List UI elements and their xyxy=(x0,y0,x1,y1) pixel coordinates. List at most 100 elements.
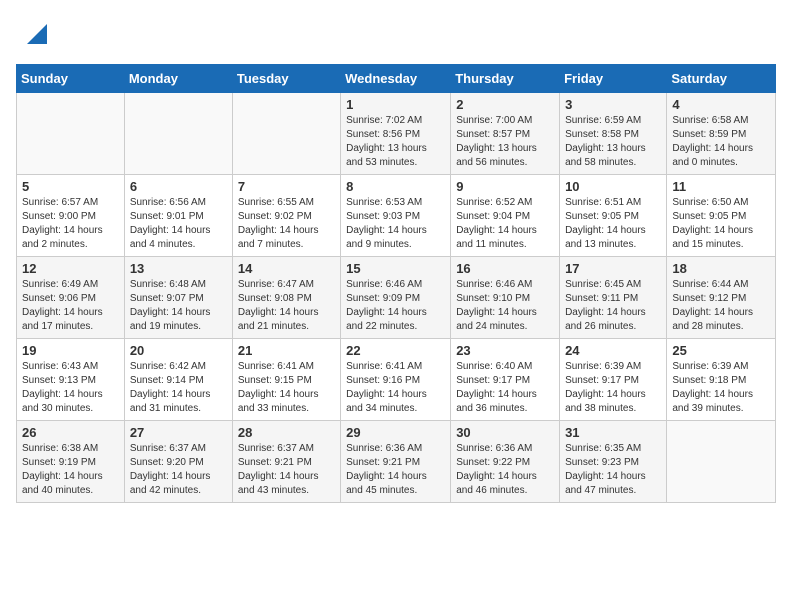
calendar-day-11: 11Sunrise: 6:50 AMSunset: 9:05 PMDayligh… xyxy=(667,175,776,257)
day-info: Sunrise: 6:38 AMSunset: 9:19 PMDaylight:… xyxy=(22,442,119,498)
weekday-header-friday: Friday xyxy=(560,65,667,93)
day-number: 7 xyxy=(238,179,335,194)
day-info: Sunrise: 6:44 AMSunset: 9:12 PMDaylight:… xyxy=(672,278,770,334)
calendar-day-7: 7 Sunrise: 6:55 AMSunset: 9:02 PMDaylight… xyxy=(232,175,340,257)
weekday-header-monday: Monday xyxy=(124,65,232,93)
calendar-day-30: 30 Sunrise: 6:36 AMSunset: 9:22 PMDayligh… xyxy=(451,421,560,503)
calendar-day-23: 23 Sunrise: 6:40 AMSunset: 9:17 PMDayligh… xyxy=(451,339,560,421)
day-info: Sunrise: 6:39 AMSunset: 9:18 PMDaylight:… xyxy=(672,360,770,416)
day-number: 28 xyxy=(238,425,335,440)
calendar-week-row: 19 Sunrise: 6:43 AMSunset: 9:13 PMDayligh… xyxy=(17,339,776,421)
calendar-week-row: 5 Sunrise: 6:57 AMSunset: 9:00 PMDaylight… xyxy=(17,175,776,257)
page-header xyxy=(16,16,776,52)
calendar-day-1: 1 Sunrise: 7:02 AMSunset: 8:56 PMDaylight… xyxy=(341,93,451,175)
day-number: 25 xyxy=(672,343,770,358)
day-number: 4 xyxy=(672,97,770,112)
weekday-header-thursday: Thursday xyxy=(451,65,560,93)
day-number: 10 xyxy=(565,179,661,194)
calendar-day-3: 3 Sunrise: 6:59 AMSunset: 8:58 PMDaylight… xyxy=(560,93,667,175)
day-number: 27 xyxy=(130,425,227,440)
day-info: Sunrise: 6:36 AMSunset: 9:22 PMDaylight:… xyxy=(456,442,554,498)
calendar-day-6: 6 Sunrise: 6:56 AMSunset: 9:01 PMDaylight… xyxy=(124,175,232,257)
day-info: Sunrise: 6:36 AMSunset: 9:21 PMDaylight:… xyxy=(346,442,445,498)
day-number: 8 xyxy=(346,179,445,194)
calendar-day-18: 18Sunrise: 6:44 AMSunset: 9:12 PMDayligh… xyxy=(667,257,776,339)
day-info: Sunrise: 6:40 AMSunset: 9:17 PMDaylight:… xyxy=(456,360,554,416)
day-info: Sunrise: 7:00 AMSunset: 8:57 PMDaylight:… xyxy=(456,114,554,170)
day-info: Sunrise: 6:52 AMSunset: 9:04 PMDaylight:… xyxy=(456,196,554,252)
calendar-empty-cell xyxy=(17,93,125,175)
day-info: Sunrise: 6:57 AMSunset: 9:00 PMDaylight:… xyxy=(22,196,119,252)
day-number: 16 xyxy=(456,261,554,276)
day-number: 2 xyxy=(456,97,554,112)
weekday-header-saturday: Saturday xyxy=(667,65,776,93)
day-info: Sunrise: 6:56 AMSunset: 9:01 PMDaylight:… xyxy=(130,196,227,252)
calendar-day-10: 10 Sunrise: 6:51 AMSunset: 9:05 PMDayligh… xyxy=(560,175,667,257)
day-info: Sunrise: 6:53 AMSunset: 9:03 PMDaylight:… xyxy=(346,196,445,252)
day-info: Sunrise: 7:02 AMSunset: 8:56 PMDaylight:… xyxy=(346,114,445,170)
day-info: Sunrise: 6:45 AMSunset: 9:11 PMDaylight:… xyxy=(565,278,661,334)
calendar-day-5: 5 Sunrise: 6:57 AMSunset: 9:00 PMDaylight… xyxy=(17,175,125,257)
calendar-day-20: 20 Sunrise: 6:42 AMSunset: 9:14 PMDayligh… xyxy=(124,339,232,421)
day-info: Sunrise: 6:37 AMSunset: 9:20 PMDaylight:… xyxy=(130,442,227,498)
calendar-empty-cell xyxy=(232,93,340,175)
weekday-header-wednesday: Wednesday xyxy=(341,65,451,93)
day-info: Sunrise: 6:39 AMSunset: 9:17 PMDaylight:… xyxy=(565,360,661,416)
calendar-day-4: 4 Sunrise: 6:58 AMSunset: 8:59 PMDaylight… xyxy=(667,93,776,175)
calendar-day-16: 16 Sunrise: 6:46 AMSunset: 9:10 PMDayligh… xyxy=(451,257,560,339)
day-info: Sunrise: 6:55 AMSunset: 9:02 PMDaylight:… xyxy=(238,196,335,252)
day-info: Sunrise: 6:35 AMSunset: 9:23 PMDaylight:… xyxy=(565,442,661,498)
calendar-day-13: 13 Sunrise: 6:48 AMSunset: 9:07 PMDayligh… xyxy=(124,257,232,339)
day-number: 30 xyxy=(456,425,554,440)
logo-icon xyxy=(19,16,51,48)
day-number: 29 xyxy=(346,425,445,440)
day-number: 20 xyxy=(130,343,227,358)
logo xyxy=(16,16,51,52)
day-info: Sunrise: 6:41 AMSunset: 9:16 PMDaylight:… xyxy=(346,360,445,416)
calendar-day-8: 8 Sunrise: 6:53 AMSunset: 9:03 PMDaylight… xyxy=(341,175,451,257)
day-number: 21 xyxy=(238,343,335,358)
calendar-day-22: 22 Sunrise: 6:41 AMSunset: 9:16 PMDayligh… xyxy=(341,339,451,421)
day-info: Sunrise: 6:46 AMSunset: 9:10 PMDaylight:… xyxy=(456,278,554,334)
calendar-day-17: 17Sunrise: 6:45 AMSunset: 9:11 PMDayligh… xyxy=(560,257,667,339)
calendar-day-26: 26 Sunrise: 6:38 AMSunset: 9:19 PMDayligh… xyxy=(17,421,125,503)
day-info: Sunrise: 6:46 AMSunset: 9:09 PMDaylight:… xyxy=(346,278,445,334)
calendar-week-row: 1 Sunrise: 7:02 AMSunset: 8:56 PMDaylight… xyxy=(17,93,776,175)
weekday-header-row: SundayMondayTuesdayWednesdayThursdayFrid… xyxy=(17,65,776,93)
day-number: 6 xyxy=(130,179,227,194)
day-info: Sunrise: 6:42 AMSunset: 9:14 PMDaylight:… xyxy=(130,360,227,416)
day-number: 15 xyxy=(346,261,445,276)
day-number: 22 xyxy=(346,343,445,358)
calendar-empty-cell xyxy=(124,93,232,175)
day-number: 23 xyxy=(456,343,554,358)
day-number: 31 xyxy=(565,425,661,440)
day-info: Sunrise: 6:59 AMSunset: 8:58 PMDaylight:… xyxy=(565,114,661,170)
day-number: 3 xyxy=(565,97,661,112)
calendar-week-row: 26 Sunrise: 6:38 AMSunset: 9:19 PMDayligh… xyxy=(17,421,776,503)
calendar-day-12: 12Sunrise: 6:49 AMSunset: 9:06 PMDayligh… xyxy=(17,257,125,339)
day-number: 14 xyxy=(238,261,335,276)
calendar-day-24: 24Sunrise: 6:39 AMSunset: 9:17 PMDayligh… xyxy=(560,339,667,421)
day-number: 26 xyxy=(22,425,119,440)
calendar-day-14: 14 Sunrise: 6:47 AMSunset: 9:08 PMDayligh… xyxy=(232,257,340,339)
day-number: 9 xyxy=(456,179,554,194)
day-number: 13 xyxy=(130,261,227,276)
calendar-empty-cell xyxy=(667,421,776,503)
calendar-day-15: 15 Sunrise: 6:46 AMSunset: 9:09 PMDayligh… xyxy=(341,257,451,339)
calendar-table: SundayMondayTuesdayWednesdayThursdayFrid… xyxy=(16,64,776,503)
day-number: 1 xyxy=(346,97,445,112)
day-number: 19 xyxy=(22,343,119,358)
day-info: Sunrise: 6:48 AMSunset: 9:07 PMDaylight:… xyxy=(130,278,227,334)
day-info: Sunrise: 6:51 AMSunset: 9:05 PMDaylight:… xyxy=(565,196,661,252)
day-info: Sunrise: 6:47 AMSunset: 9:08 PMDaylight:… xyxy=(238,278,335,334)
calendar-day-25: 25 Sunrise: 6:39 AMSunset: 9:18 PMDayligh… xyxy=(667,339,776,421)
calendar-day-21: 21Sunrise: 6:41 AMSunset: 9:15 PMDayligh… xyxy=(232,339,340,421)
weekday-header-tuesday: Tuesday xyxy=(232,65,340,93)
day-info: Sunrise: 6:43 AMSunset: 9:13 PMDaylight:… xyxy=(22,360,119,416)
day-info: Sunrise: 6:58 AMSunset: 8:59 PMDaylight:… xyxy=(672,114,770,170)
calendar-day-29: 29 Sunrise: 6:36 AMSunset: 9:21 PMDayligh… xyxy=(341,421,451,503)
day-info: Sunrise: 6:49 AMSunset: 9:06 PMDaylight:… xyxy=(22,278,119,334)
day-number: 5 xyxy=(22,179,119,194)
calendar-day-31: 31 Sunrise: 6:35 AMSunset: 9:23 PMDayligh… xyxy=(560,421,667,503)
day-info: Sunrise: 6:50 AMSunset: 9:05 PMDaylight:… xyxy=(672,196,770,252)
